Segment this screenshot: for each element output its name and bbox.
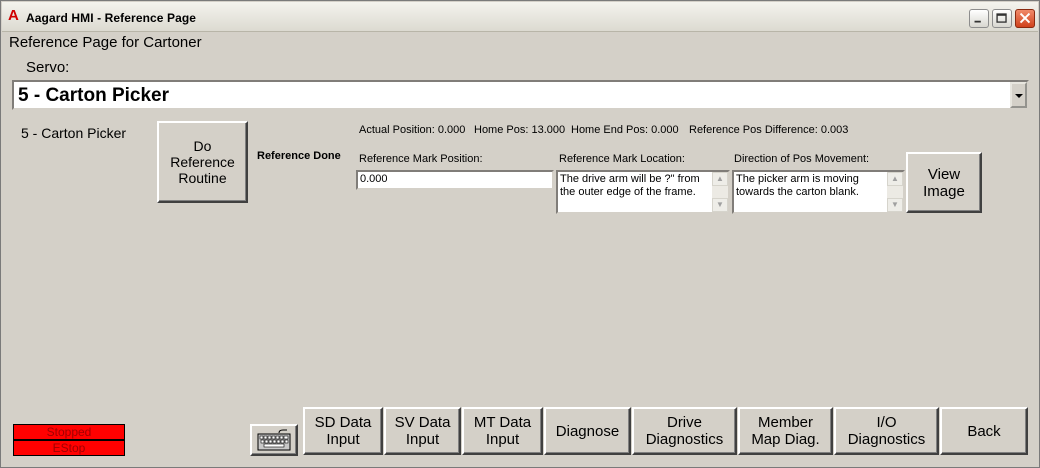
direction-label: Direction of Pos Movement: [734,153,870,165]
button-label-line1: SD Data [314,414,372,431]
servo-dropdown[interactable]: 5 - Carton Picker [12,80,1029,110]
button-label-line2: Input [485,431,520,448]
stopped-indicator: Stopped [13,424,125,440]
button-label-line1: Drive [666,414,702,431]
mark-location-scrollbar[interactable]: ▲ ▼ [712,172,728,212]
servo-selected-value: 5 - Carton Picker [18,85,169,106]
estop-indicator: EStop [13,440,125,456]
scroll-up-icon[interactable]: ▲ [887,172,903,186]
button-label-line1: Diagnose [555,422,620,440]
keyboard-icon [257,429,291,451]
button-label-line2: Input [326,431,360,448]
button-label-line1: Member [757,414,813,431]
chevron-down-icon [1015,94,1023,98]
maximize-icon [996,13,1007,23]
scroll-down-icon[interactable]: ▼ [712,198,728,212]
mt-data-input-button[interactable]: MT Data Input [462,407,543,455]
member-map-diag-button[interactable]: Member Map Diag. [738,407,833,455]
direction-text: The picker arm is moving towards the car… [736,173,859,198]
minimize-button[interactable] [969,9,989,28]
do-reference-label-line3: Routine [178,170,227,186]
mark-location-text: The drive arm will be ?" from the outer … [560,173,700,198]
mark-location-label: Reference Mark Location: [559,153,685,165]
home-pos: Home Pos: 13.000 [474,124,566,136]
back-button[interactable]: Back [940,407,1028,455]
diagnose-button[interactable]: Diagnose [544,407,631,455]
direction-scrollbar[interactable]: ▲ ▼ [887,172,903,212]
do-reference-routine-button[interactable]: Do Reference Routine [157,121,248,203]
direction-field[interactable]: The picker arm is moving towards the car… [732,170,905,214]
reference-status: Reference Done [257,150,341,162]
servo-name-label: 5 - Carton Picker [21,125,127,141]
client-area: Reference Page for Cartoner Servo: 5 - C… [4,32,1036,464]
close-icon [1019,12,1031,24]
do-reference-label-line1: Do [193,138,212,154]
page-title: Reference Page for Cartoner [9,34,202,51]
button-label-line2: Input [405,431,440,448]
view-image-button[interactable]: View Image [906,152,982,213]
app-window: A Aagard HMI - Reference Page Reference … [0,0,1040,468]
home-end-pos: Home End Pos: 0.000 [571,124,679,136]
actual-position: Actual Position: 0.000 [359,124,466,136]
io-diagnostics-button[interactable]: I/O Diagnostics [834,407,939,455]
view-image-label-line2: Image [923,182,965,200]
scroll-up-icon[interactable]: ▲ [712,172,728,186]
button-label-line1: Back [967,422,1001,440]
app-logo-icon: A [8,7,19,24]
dropdown-arrow-button[interactable] [1010,82,1027,108]
drive-diagnostics-button[interactable]: Drive Diagnostics [632,407,737,455]
mark-position-label: Reference Mark Position: [359,153,483,165]
button-label-line2: Map Diag. [751,431,820,448]
reference-pos-difference: Reference Pos Difference: 0.003 [689,124,849,136]
minimize-icon [974,20,981,23]
title-bar[interactable]: A Aagard HMI - Reference Page [2,2,1038,32]
sv-data-input-button[interactable]: SV Data Input [384,407,461,455]
window-title: Aagard HMI - Reference Page [26,11,197,25]
mark-location-field[interactable]: The drive arm will be ?" from the outer … [556,170,730,214]
view-image-label-line1: View [927,165,961,183]
maximize-button[interactable] [992,9,1012,28]
button-label-line2: Diagnostics [645,431,724,448]
mark-position-field[interactable]: 0.000 [356,170,554,190]
button-label-line1: MT Data [473,414,532,431]
sd-data-input-button[interactable]: SD Data Input [303,407,383,455]
close-button[interactable] [1015,9,1035,28]
button-label-line1: SV Data [394,414,451,431]
keyboard-button[interactable] [250,424,298,456]
servo-label: Servo: [26,59,70,76]
do-reference-label-line2: Reference [170,154,235,170]
button-label-line1: I/O [876,414,897,431]
button-label-line2: Diagnostics [847,431,926,448]
scroll-down-icon[interactable]: ▼ [887,198,903,212]
